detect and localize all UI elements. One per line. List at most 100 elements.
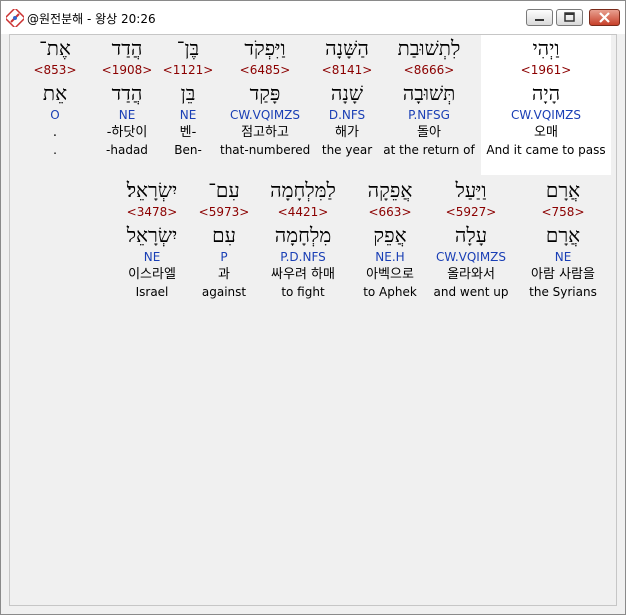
verse-line-1: וַיְהִי <1961> הָיָה CW.VQIMZS 오매 And it…	[10, 35, 614, 175]
strong-number[interactable]: <1908>	[98, 63, 156, 78]
english-gloss: Israel	[135, 285, 169, 299]
lemma-word: מִלְחָמָה	[274, 223, 332, 247]
hebrew-word: וַיְהִי	[532, 36, 560, 60]
hebrew-word: וַיַּעַל	[455, 178, 487, 202]
close-icon	[599, 12, 610, 23]
word-block[interactable]: אֶת־ <853> אֵת O . .	[32, 35, 78, 158]
maximize-icon	[564, 12, 575, 22]
word-block[interactable]: וַיְהִי <1961> הָיָה CW.VQIMZS 오매 And it…	[481, 35, 611, 175]
lemma-word: תְּשׁוּבָה	[402, 81, 456, 105]
english-gloss: Ben-	[174, 143, 202, 157]
english-gloss: the Syrians	[529, 285, 597, 299]
korean-gloss: 오매	[534, 125, 558, 140]
lemma-word: פָּקַד	[249, 81, 281, 105]
hebrew-word: וַיִּפְקֹד	[244, 36, 286, 60]
parsing-code: CW.VQIMZS	[510, 108, 582, 122]
english-gloss: -hadad	[106, 143, 148, 157]
strong-number[interactable]: <758>	[516, 205, 610, 220]
hebrew-word: הַשָּׁנָה	[325, 36, 369, 60]
korean-gloss: .	[52, 125, 58, 140]
hebrew-word: אֲרָם	[545, 178, 581, 202]
strong-number[interactable]: <8141>	[317, 63, 377, 78]
minimize-icon	[535, 19, 544, 21]
strong-number[interactable]: <8666>	[383, 63, 475, 78]
title-bar[interactable]: @원전분해 - 왕상 20:26	[1, 1, 625, 34]
word-block[interactable]: וַיִּפְקֹד <6485> פָּקַד CW.VQIMZS 점고하고 …	[220, 35, 310, 158]
lemma-word: אֵת	[42, 81, 68, 105]
parsing-code: CW.VQIMZS	[435, 250, 507, 264]
korean-gloss: 싸우려 하매	[271, 267, 335, 282]
window-title: @원전분해 - 왕상 20:26	[27, 12, 156, 26]
lemma-word: אֲפֵק	[373, 223, 407, 247]
strong-number[interactable]: <663>	[356, 205, 424, 220]
hebrew-word: לִתְשׁוּבַת	[397, 36, 461, 60]
lemma-word: שָׁנָה	[330, 81, 364, 105]
parsing-code: CW.VQIMZS	[229, 108, 301, 122]
hebrew-word: הֲדַד	[111, 36, 143, 60]
parsing-code: D.NFS	[328, 108, 366, 122]
word-block[interactable]: וַיַּעַל <5927> עָלָה CW.VQIMZS 올라와서 and…	[428, 177, 514, 300]
korean-gloss: 벤-	[179, 125, 197, 140]
strong-number[interactable]: <1961>	[481, 63, 611, 78]
parsing-code: NE	[143, 250, 161, 264]
korean-gloss: 점고하고	[241, 125, 289, 140]
english-gloss: to Aphek	[363, 285, 417, 299]
parsing-code: NE	[118, 108, 136, 122]
korean-gloss: 아벡으로	[366, 267, 414, 282]
strong-number[interactable]: <1121>	[162, 63, 214, 78]
parsing-code: P.D.NFS	[280, 250, 326, 264]
interlinear-panel[interactable]: וַיְהִי <1961> הָיָה CW.VQIMZS 오매 And it…	[9, 34, 617, 606]
word-block[interactable]: יִשְׂרָאֵל׃ <3478> יִשְׂרָאֵל NE 이스라엘 Is…	[110, 177, 194, 300]
word-block[interactable]: בֶּן־ <1121> בֵּן NE 벤- Ben-	[162, 35, 214, 158]
strong-number[interactable]: <4421>	[254, 205, 352, 220]
parsing-code: P.NFSG	[408, 108, 450, 122]
strong-number[interactable]: <5973>	[198, 205, 250, 220]
korean-gloss: 돌아	[417, 125, 441, 140]
strong-number[interactable]: <853>	[32, 63, 78, 78]
lemma-word: הֲדַד	[111, 81, 143, 105]
word-block[interactable]: אֲפֵקָה <663> אֲפֵק NE.H 아벡으로 to Aphek	[356, 177, 424, 300]
word-block[interactable]: הַשָּׁנָה <8141> שָׁנָה D.NFS 해가 the yea…	[317, 35, 377, 158]
word-block[interactable]: לַמִּלְחָמָה <4421> מִלְחָמָה P.D.NFS 싸우…	[254, 177, 352, 300]
lemma-word: הָיָה	[531, 81, 561, 105]
english-gloss: and went up	[433, 285, 509, 299]
app-window: @원전분해 - 왕상 20:26 וַיְהִי <1961> הָיָה CW…	[0, 0, 626, 615]
hebrew-word: עִם־	[208, 178, 240, 202]
parsing-code: NE.H	[375, 250, 405, 264]
parsing-code: P	[220, 250, 228, 264]
english-gloss: the year	[321, 143, 373, 157]
strong-number[interactable]: <3478>	[110, 205, 194, 220]
english-gloss: to fight	[281, 285, 325, 299]
english-gloss: And it came to pass	[486, 143, 606, 157]
strong-number[interactable]: <5927>	[428, 205, 514, 220]
korean-gloss: -하닷이	[106, 125, 148, 140]
korean-gloss: 올라와서	[447, 267, 495, 282]
maximize-button[interactable]	[556, 9, 583, 26]
word-block[interactable]: לִתְשׁוּבַת <8666> תְּשׁוּבָה P.NFSG 돌아 …	[383, 35, 475, 158]
word-block[interactable]: הֲדַד <1908> הֲדַד NE -하닷이 -hadad	[98, 35, 156, 158]
verse-line-2: אֲרָם <758> אֲרָם NE 아람 사람을 the Syrians …	[10, 177, 614, 317]
korean-gloss: 이스라엘	[128, 267, 176, 282]
word-block[interactable]: אֲרָם <758> אֲרָם NE 아람 사람을 the Syrians	[516, 177, 610, 300]
english-gloss: at the return of	[383, 143, 475, 157]
korean-gloss: 아람 사람을	[531, 267, 595, 282]
strong-number[interactable]: <6485>	[220, 63, 310, 78]
minimize-button[interactable]	[526, 9, 553, 26]
english-gloss: .	[53, 143, 57, 157]
hebrew-word: אֲפֵקָה	[367, 178, 413, 202]
english-gloss: that-numbered	[220, 143, 311, 157]
word-block[interactable]: עִם־ <5973> עִם P 과 against	[198, 177, 250, 300]
lemma-word: עִם	[212, 223, 236, 247]
korean-gloss: 과	[218, 267, 230, 282]
lemma-word: יִשְׂרָאֵל	[126, 223, 178, 247]
parsing-code: NE	[179, 108, 197, 122]
parsing-code: NE	[554, 250, 572, 264]
korean-gloss: 해가	[335, 125, 359, 140]
hebrew-word: יִשְׂרָאֵל׃	[126, 178, 178, 202]
lemma-word: אֲרָם	[545, 223, 581, 247]
close-button[interactable]	[589, 9, 620, 26]
english-gloss: against	[201, 285, 247, 299]
parsing-code: O	[50, 108, 60, 122]
hebrew-word: לַמִּלְחָמָה	[270, 178, 336, 202]
hebrew-word: אֶת־	[39, 36, 71, 60]
